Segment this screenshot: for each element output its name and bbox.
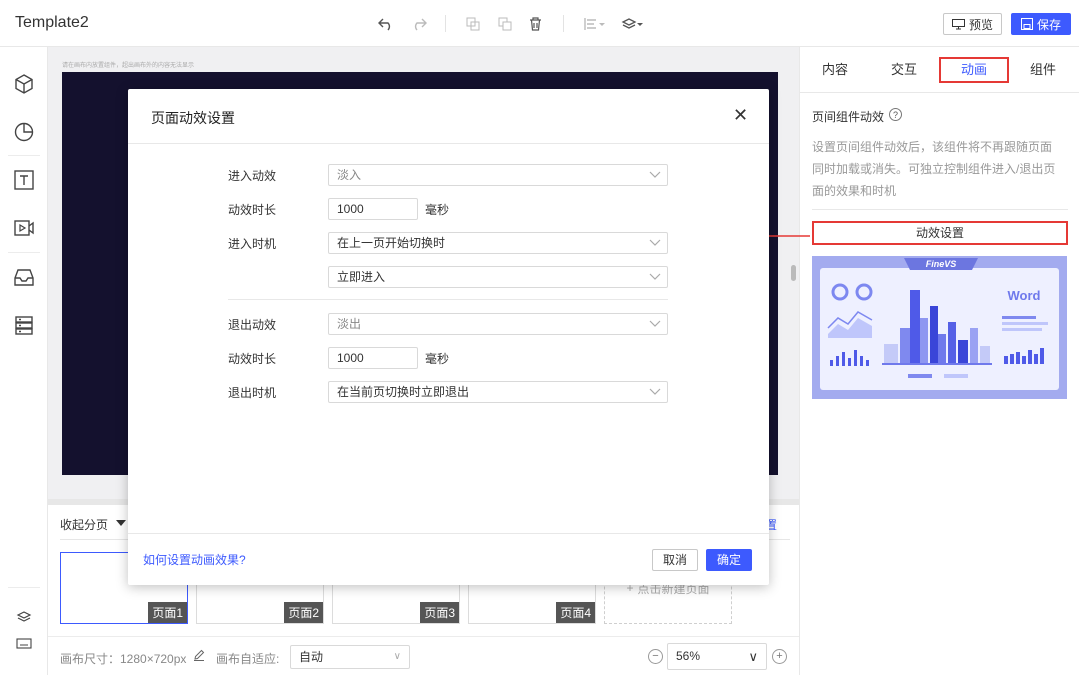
toolbar-divider: [445, 15, 446, 32]
collapse-pages-label[interactable]: 收起分页: [60, 516, 108, 533]
save-icon: [1020, 18, 1033, 30]
left-component-rail: [0, 47, 48, 675]
copy-icon[interactable]: [462, 13, 484, 35]
enter-duration-label: 动效时长: [228, 203, 277, 217]
enter-timing-sub-select[interactable]: 立即进入: [328, 266, 668, 288]
canvas-adapt-value: 自动: [299, 650, 324, 664]
exit-duration-input[interactable]: 1000: [328, 347, 418, 369]
chevron-down-icon: ∨: [748, 649, 758, 664]
status-bar: 画布尺寸：1280×720px 画布自适应: 自动 ∨ − 56% ∨ +: [48, 636, 799, 675]
cube-icon[interactable]: [11, 71, 37, 97]
canvas-scrollbar[interactable]: [791, 265, 796, 281]
zoom-select[interactable]: 56% ∨: [667, 643, 767, 670]
exit-effect-value: 淡出: [337, 317, 362, 331]
pie-chart-icon[interactable]: [11, 119, 37, 145]
dialog-header-divider: [128, 143, 769, 144]
enter-effect-value: 淡入: [337, 168, 362, 182]
database-icon[interactable]: [11, 312, 37, 338]
redo-icon[interactable]: [408, 13, 430, 35]
keyboard-icon[interactable]: [11, 630, 37, 656]
zoom-out-icon[interactable]: −: [648, 649, 663, 664]
canvas-size-label: 画布尺寸：1280×720px: [60, 652, 187, 666]
app-title: Template2: [15, 14, 89, 31]
enter-timing-select[interactable]: 在上一页开始切换时: [328, 232, 668, 254]
layers-icon[interactable]: [11, 604, 37, 630]
section-description: 设置页间组件动效后，该组件将不再跟随页面同时加载或消失。可独立控制组件进入/退出…: [812, 140, 1056, 198]
preview-button[interactable]: 预览: [943, 13, 1002, 35]
chevron-down-icon: [649, 388, 661, 395]
exit-duration-unit: 毫秒: [425, 352, 450, 366]
zoom-value: 56%: [676, 649, 701, 663]
canvas-adapt-label: 画布自适应:: [216, 652, 280, 666]
layer-dropdown-icon[interactable]: [620, 13, 646, 35]
dialog-footer-divider: [128, 533, 769, 534]
tab-interaction[interactable]: 交互: [871, 57, 937, 83]
dialog-section-divider: [228, 299, 668, 300]
animation-settings-button[interactable]: 动效设置: [812, 221, 1068, 245]
page-thumbnail-label: 页面3: [420, 602, 459, 623]
cancel-button[interactable]: 取消: [652, 549, 698, 571]
enter-duration-unit: 毫秒: [425, 203, 450, 217]
exit-timing-select[interactable]: 在当前页切换时立即退出: [328, 381, 668, 403]
save-label: 保存: [1036, 17, 1061, 32]
chevron-down-icon: [649, 239, 661, 246]
page-thumbnail-label: 页面4: [556, 602, 595, 623]
rail-divider: [8, 587, 40, 588]
enter-effect-select[interactable]: 淡入: [328, 164, 668, 186]
monitor-icon: [951, 18, 965, 29]
chevron-down-icon: [649, 171, 661, 178]
animation-help-link[interactable]: 如何设置动画效果?: [143, 551, 246, 568]
help-icon[interactable]: ?: [889, 108, 902, 121]
property-tabs: 内容 交互 动画 组件: [800, 47, 1079, 93]
top-toolbar: Template2 预览 保存: [0, 0, 1079, 47]
confirm-button[interactable]: 确定: [706, 549, 752, 571]
right-property-panel: 内容 交互 动画 组件 页间组件动效 ? 设置页间组件动效后，该组件将不再跟随页…: [799, 47, 1079, 675]
rail-divider: [8, 155, 40, 156]
canvas-adapt-select[interactable]: 自动 ∨: [290, 645, 410, 669]
chevron-down-icon: ∨: [393, 651, 401, 662]
exit-effect-select[interactable]: 淡出: [328, 313, 668, 335]
dialog-title: 页面动效设置: [151, 110, 235, 126]
tab-components[interactable]: 组件: [1010, 57, 1076, 83]
media-icon[interactable]: [11, 215, 37, 241]
canvas-hint: 请在画布内放置组件，超出画布外的内容无法显示: [62, 63, 195, 69]
enter-timing-value: 在上一页开始切换时: [337, 236, 446, 250]
chevron-down-icon: [649, 273, 661, 280]
exit-timing-value: 在当前页切换时立即退出: [337, 385, 470, 399]
text-icon[interactable]: [11, 167, 37, 193]
delete-icon[interactable]: [524, 13, 546, 35]
inbox-icon[interactable]: [11, 264, 37, 290]
section-title: 页间组件动效: [812, 110, 885, 124]
zoom-in-icon[interactable]: +: [772, 649, 787, 664]
toolbar-divider: [563, 15, 564, 32]
tab-content[interactable]: 内容: [802, 57, 868, 83]
enter-timing-sub-value: 立即进入: [337, 270, 386, 284]
exit-timing-label: 退出时机: [228, 386, 277, 400]
undo-icon[interactable]: [375, 13, 397, 35]
enter-effect-label: 进入动效: [228, 169, 277, 183]
enter-duration-input[interactable]: 1000: [328, 198, 418, 220]
tab-animation[interactable]: 动画: [939, 57, 1009, 83]
paste-icon[interactable]: [494, 13, 516, 35]
save-button[interactable]: 保存: [1011, 13, 1071, 35]
section-divider: [812, 209, 1068, 210]
preview-label: 预览: [968, 17, 993, 32]
close-icon[interactable]: ✕: [733, 106, 748, 124]
page-thumbnail-label: 页面1: [148, 602, 187, 623]
page-thumbnail-label: 页面2: [284, 602, 323, 623]
align-dropdown-icon[interactable]: [582, 13, 608, 35]
caret-down-icon[interactable]: [116, 520, 126, 526]
exit-duration-label: 动效时长: [228, 352, 277, 366]
preview-brand-text: FineVS: [926, 259, 957, 269]
page-animation-dialog: 页面动效设置 ✕ 进入动效 淡入 动效时长 1000 毫秒 进入时机 在上一页开…: [128, 89, 769, 585]
rail-divider: [8, 252, 40, 253]
animation-preview-image: FineVS Word: [812, 256, 1067, 399]
chevron-down-icon: [649, 320, 661, 327]
preview-word-text: Word: [1008, 288, 1041, 303]
edit-icon[interactable]: [193, 649, 205, 664]
exit-effect-label: 退出动效: [228, 318, 277, 332]
enter-timing-label: 进入时机: [228, 237, 277, 251]
